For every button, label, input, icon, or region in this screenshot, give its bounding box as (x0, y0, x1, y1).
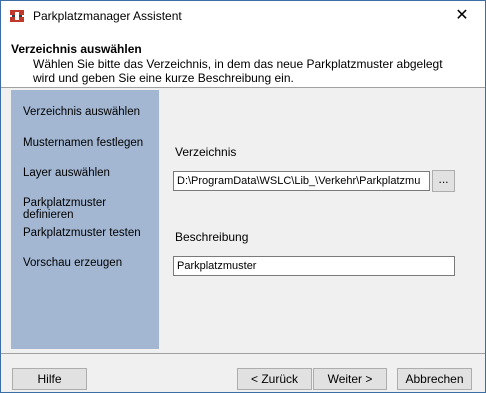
step-vorschau-erzeugen: Vorschau erzeugen (23, 257, 123, 269)
close-button[interactable]: ✕ (439, 1, 485, 31)
wizard-window: Parkplatzmanager Assistent ✕ Verzeichnis… (0, 0, 486, 393)
step-verzeichnis-auswaehlen: Verzeichnis auswählen (23, 106, 140, 118)
cancel-button[interactable]: Abbrechen (397, 368, 472, 390)
steps-panel: Verzeichnis auswählen Musternamen festle… (11, 90, 159, 349)
page-description: Wählen Sie bitte das Verzeichnis, in dem… (33, 57, 443, 85)
description-input[interactable]: Parkplatzmuster (173, 256, 455, 276)
bottom-divider (1, 353, 485, 354)
close-icon: ✕ (455, 7, 469, 24)
directory-label: Verzeichnis (175, 145, 237, 159)
description-label: Beschreibung (175, 230, 249, 244)
step-parkplatzmuster-definieren: Parkplatzmuster definieren (23, 197, 107, 221)
step-musternamen-festlegen: Musternamen festlegen (23, 137, 144, 149)
step-layer-auswaehlen: Layer auswählen (23, 167, 110, 179)
app-icon (9, 9, 25, 23)
window-title: Parkplatzmanager Assistent (33, 9, 182, 23)
browse-button[interactable]: ... (432, 170, 455, 192)
help-button[interactable]: Hilfe (12, 368, 87, 390)
wizard-header: Verzeichnis auswählen Wählen Sie bitte d… (1, 31, 485, 88)
step-parkplatzmuster-testen: Parkplatzmuster testen (23, 227, 141, 239)
back-button[interactable]: < Zurück (237, 368, 312, 390)
title-bar: Parkplatzmanager Assistent ✕ (1, 1, 485, 31)
page-title: Verzeichnis auswählen (11, 42, 142, 56)
directory-input[interactable]: D:\ProgramData\WSLC\Lib_\Verkehr\Parkpla… (173, 171, 430, 191)
next-button[interactable]: Weiter > (313, 368, 387, 390)
